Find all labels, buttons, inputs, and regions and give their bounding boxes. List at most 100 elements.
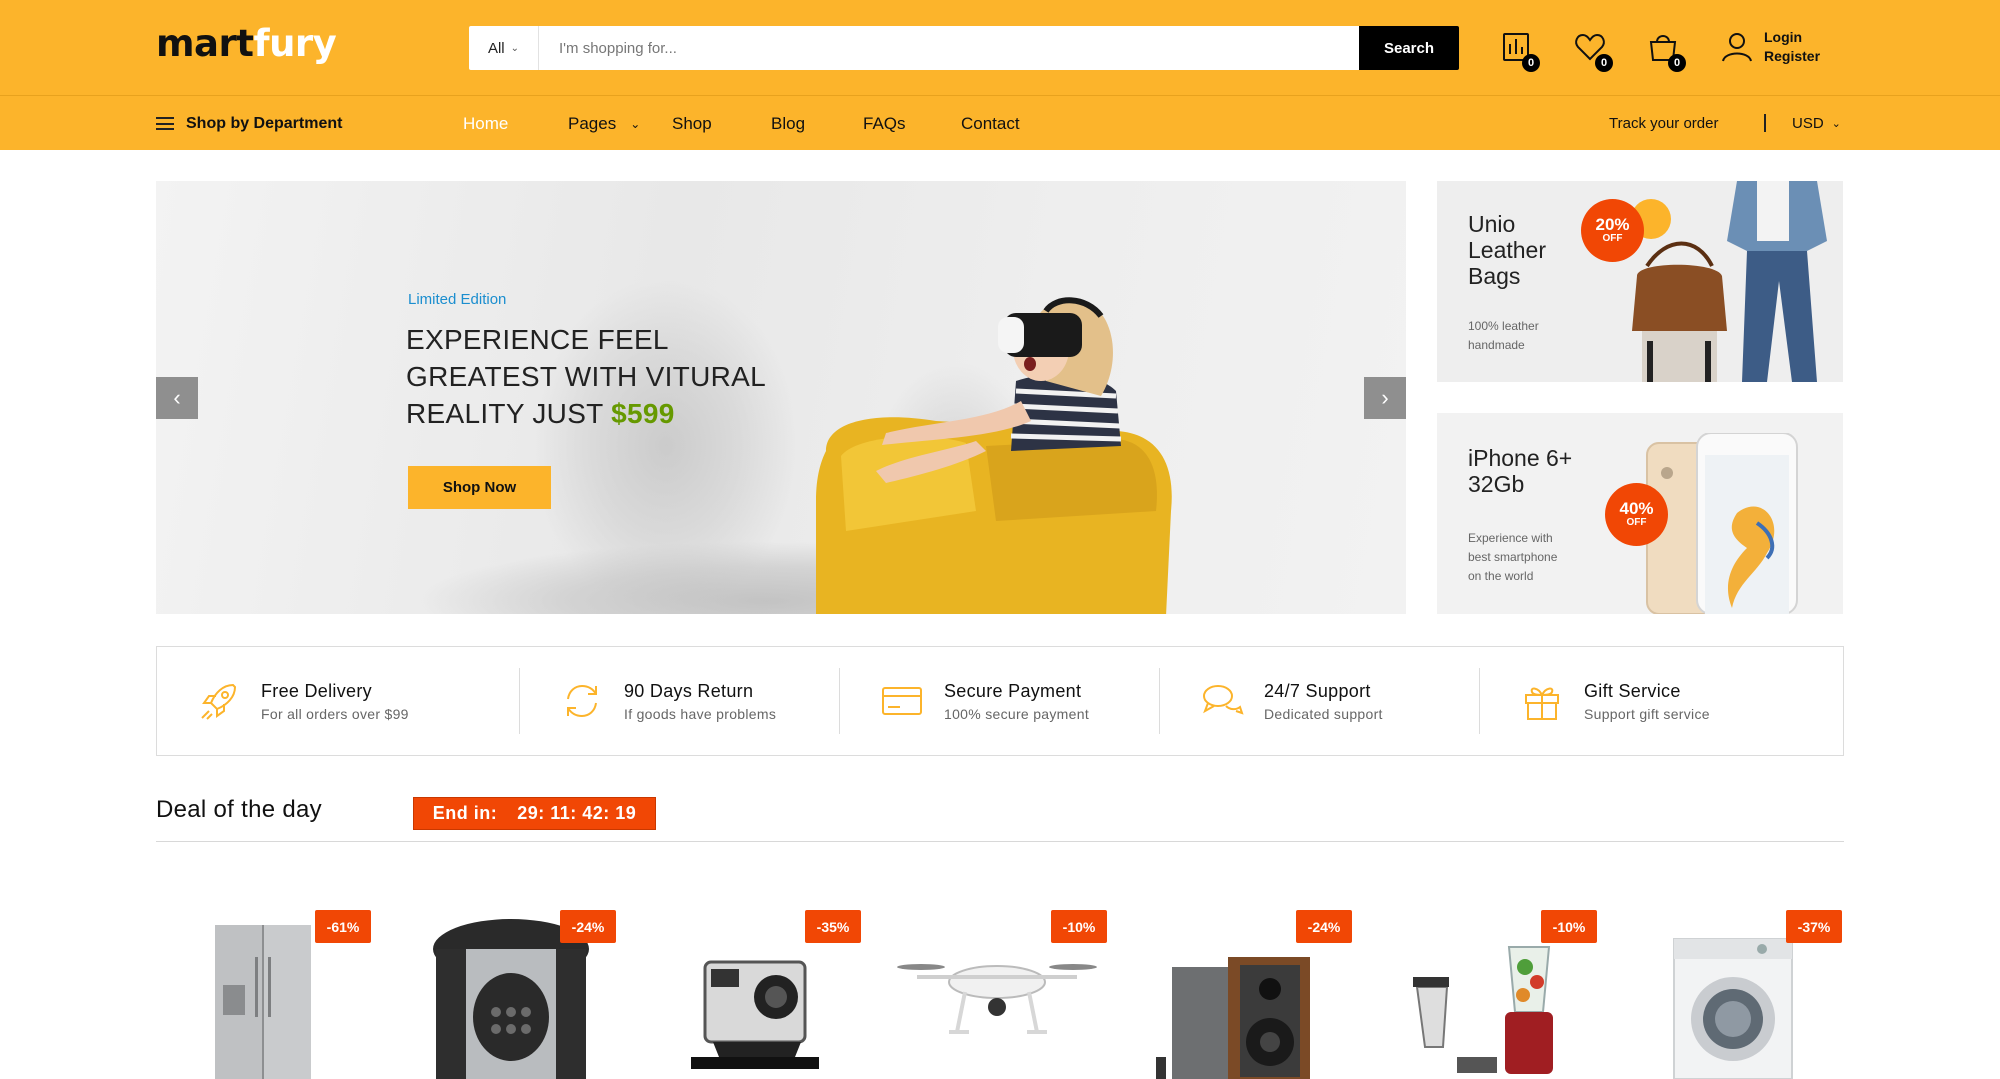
feature-text: 90 Days Return If goods have problems (624, 681, 776, 722)
shop-now-button[interactable]: Shop Now (408, 466, 551, 509)
feature-subtitle: 100% secure payment (944, 705, 1090, 722)
nav-pages-label: Pages (568, 113, 617, 133)
banner-subtitle-line: 100% leather (1468, 319, 1539, 333)
feature-subtitle: If goods have problems (624, 705, 777, 722)
product-card[interactable]: -61% (151, 907, 371, 1079)
rocket-icon (201, 683, 237, 720)
countdown-label: End in: (432, 803, 498, 823)
banner-title-line: Leather (1468, 237, 1547, 263)
chevron-down-icon: ⌄ (1831, 118, 1841, 130)
feature-subtitle: Dedicated support (1264, 705, 1383, 722)
shop-by-department-menu[interactable]: Shop by Department (156, 96, 342, 151)
account-links: Login Register (1764, 28, 1820, 66)
nav-faqs[interactable]: FAQs (863, 96, 906, 151)
search-bar: All ⌄ Search (469, 26, 1459, 70)
nav-home[interactable]: Home (463, 96, 508, 151)
wishlist-button[interactable]: 0 (1573, 30, 1613, 72)
compare-count-badge: 0 (1522, 54, 1540, 72)
discount-badge: -24% (1296, 910, 1352, 943)
user-icon (1722, 33, 1752, 62)
logo-text-mart: mart (156, 22, 254, 65)
discount-badge: -10% (1051, 910, 1107, 943)
promo-banner-iphone[interactable]: iPhone 6+ 32Gb Experience with best smar… (1437, 413, 1843, 614)
search-input[interactable] (539, 26, 1359, 70)
account-menu[interactable]: Login Register (1720, 28, 1820, 66)
hero-headline-line: REALITY JUST $599 (406, 395, 826, 432)
product-card[interactable]: -35% (641, 907, 861, 1079)
track-order-link[interactable]: Track your order (1609, 96, 1718, 151)
top-header: martfury All ⌄ Search 0 0 0 (0, 0, 2000, 95)
discount-badge: 40% OFF (1605, 483, 1668, 546)
slider-prev-button[interactable]: ‹ (156, 377, 198, 419)
banner-subtitle-line: on the world (1468, 569, 1534, 583)
section-divider (156, 841, 1844, 842)
search-category-select[interactable]: All ⌄ (469, 26, 539, 70)
nav-shop[interactable]: Shop (672, 96, 712, 151)
cart-button[interactable]: 0 (1646, 30, 1686, 72)
feature-title: Free Delivery (261, 680, 372, 701)
feature-returns: 90 Days Return If goods have problems (519, 668, 839, 734)
banner-subtitle: 100% leather handmade (1468, 317, 1539, 355)
banner-title: Unio Leather Bags (1468, 211, 1546, 289)
nav-pages[interactable]: Pages ⌄ (568, 96, 640, 151)
banner-title-line: iPhone 6+ (1468, 445, 1573, 471)
man-with-bag-image (1632, 181, 1827, 382)
logo-text-fury: fury (253, 22, 337, 65)
feature-subtitle: Support gift service (1584, 705, 1710, 722)
feature-subtitle: For all orders over $99 (261, 705, 409, 722)
banner-subtitle-line: Experience with (1468, 531, 1553, 545)
banner-title-line: 32Gb (1468, 471, 1525, 497)
banner-subtitle: Experience with best smartphone on the w… (1468, 529, 1557, 586)
login-link[interactable]: Login (1764, 28, 1820, 47)
sync-icon (567, 684, 597, 718)
product-card[interactable]: -24% (396, 907, 616, 1079)
chevron-left-icon: ‹ (173, 385, 181, 410)
hero-headline-line: EXPERIENCE FEEL (406, 324, 669, 355)
feature-title: 24/7 Support (1264, 680, 1371, 701)
feature-gift-service: Gift Service Support gift service (1479, 668, 1843, 734)
feature-text: Secure Payment 100% secure payment (944, 681, 1089, 722)
product-card[interactable]: -10% (887, 907, 1107, 1079)
discount-badge: -35% (805, 910, 861, 943)
countdown-value: 29: 11: 42: 19 (517, 803, 637, 823)
hero-headline-text: REALITY JUST (406, 398, 612, 429)
site-logo[interactable]: martfury (156, 22, 337, 65)
feature-title: Secure Payment (944, 680, 1082, 701)
slider-next-button[interactable]: › (1364, 377, 1406, 419)
product-card[interactable]: -37% (1622, 907, 1842, 1079)
feature-text: 24/7 Support Dedicated support (1264, 681, 1383, 722)
feature-secure-payment: Secure Payment 100% secure payment (839, 668, 1159, 734)
hero-kicker: Limited Edition (408, 291, 507, 308)
banner-subtitle-line: handmade (1468, 338, 1525, 352)
hamburger-icon (156, 117, 174, 130)
banner-title: iPhone 6+ 32Gb (1468, 445, 1572, 497)
hero-headline: EXPERIENCE FEEL GREATEST WITH VITURAL RE… (406, 321, 826, 432)
nav-blog[interactable]: Blog (771, 96, 805, 151)
search-button[interactable]: Search (1359, 26, 1459, 70)
feature-free-delivery: Free Delivery For all orders over $99 (157, 668, 519, 734)
discount-percent: 40% (1619, 499, 1654, 518)
chat-icon (1203, 685, 1244, 715)
chevron-right-icon: › (1381, 385, 1389, 410)
currency-value: USD (1792, 115, 1824, 132)
banner-subtitle-line: best smartphone (1468, 550, 1558, 564)
iphone-image (1646, 433, 1798, 614)
promo-banner-leather-bags[interactable]: Unio Leather Bags 100% leather handmade … (1437, 181, 1843, 382)
chevron-down-icon: ⌄ (630, 116, 641, 131)
discount-badge: -10% (1541, 910, 1597, 943)
credit-card-icon (882, 687, 922, 715)
discount-badge: -24% (560, 910, 616, 943)
nav-contact[interactable]: Contact (961, 96, 1020, 151)
compare-button[interactable]: 0 (1500, 30, 1540, 72)
hero-headline-line: GREATEST WITH VITURAL (406, 361, 766, 392)
product-card[interactable]: -24% (1132, 907, 1352, 1079)
department-label: Shop by Department (186, 114, 343, 132)
currency-select[interactable]: USD ⌄ (1792, 96, 1841, 151)
nav-divider (1764, 114, 1766, 132)
product-card[interactable]: -10% (1377, 907, 1597, 1079)
wishlist-count-badge: 0 (1595, 54, 1613, 72)
register-link[interactable]: Register (1764, 47, 1820, 66)
vr-woman-armchair-image (816, 297, 1172, 614)
hero-price: $599 (611, 398, 675, 429)
discount-badge: -61% (315, 910, 371, 943)
